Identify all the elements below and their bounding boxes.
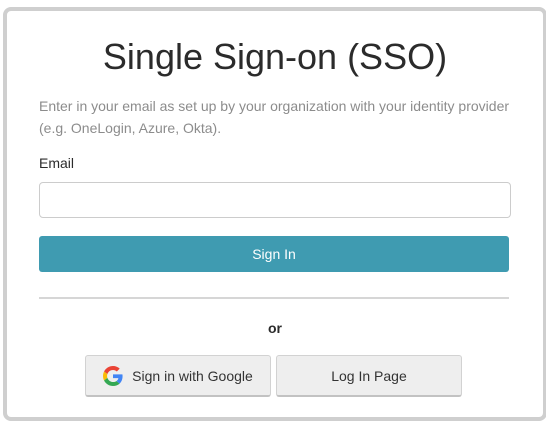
email-label: Email [39, 155, 75, 171]
or-separator: or [268, 320, 282, 336]
sign-in-button[interactable]: Sign In [39, 236, 509, 272]
email-field[interactable] [39, 182, 511, 218]
log-in-page-button[interactable]: Log In Page [276, 355, 462, 397]
log-in-page-label: Log In Page [331, 367, 407, 384]
page-title: Single Sign-on (SSO) [102, 36, 448, 77]
sso-card: Single Sign-on (SSO) Enter in your email… [3, 7, 546, 421]
divider [39, 297, 509, 299]
sso-description: Enter in your email as set up by your or… [39, 98, 510, 136]
google-icon [103, 365, 123, 386]
google-button-label: Sign in with Google [132, 367, 253, 384]
sign-in-with-google-button[interactable]: Sign in with Google [85, 355, 271, 397]
